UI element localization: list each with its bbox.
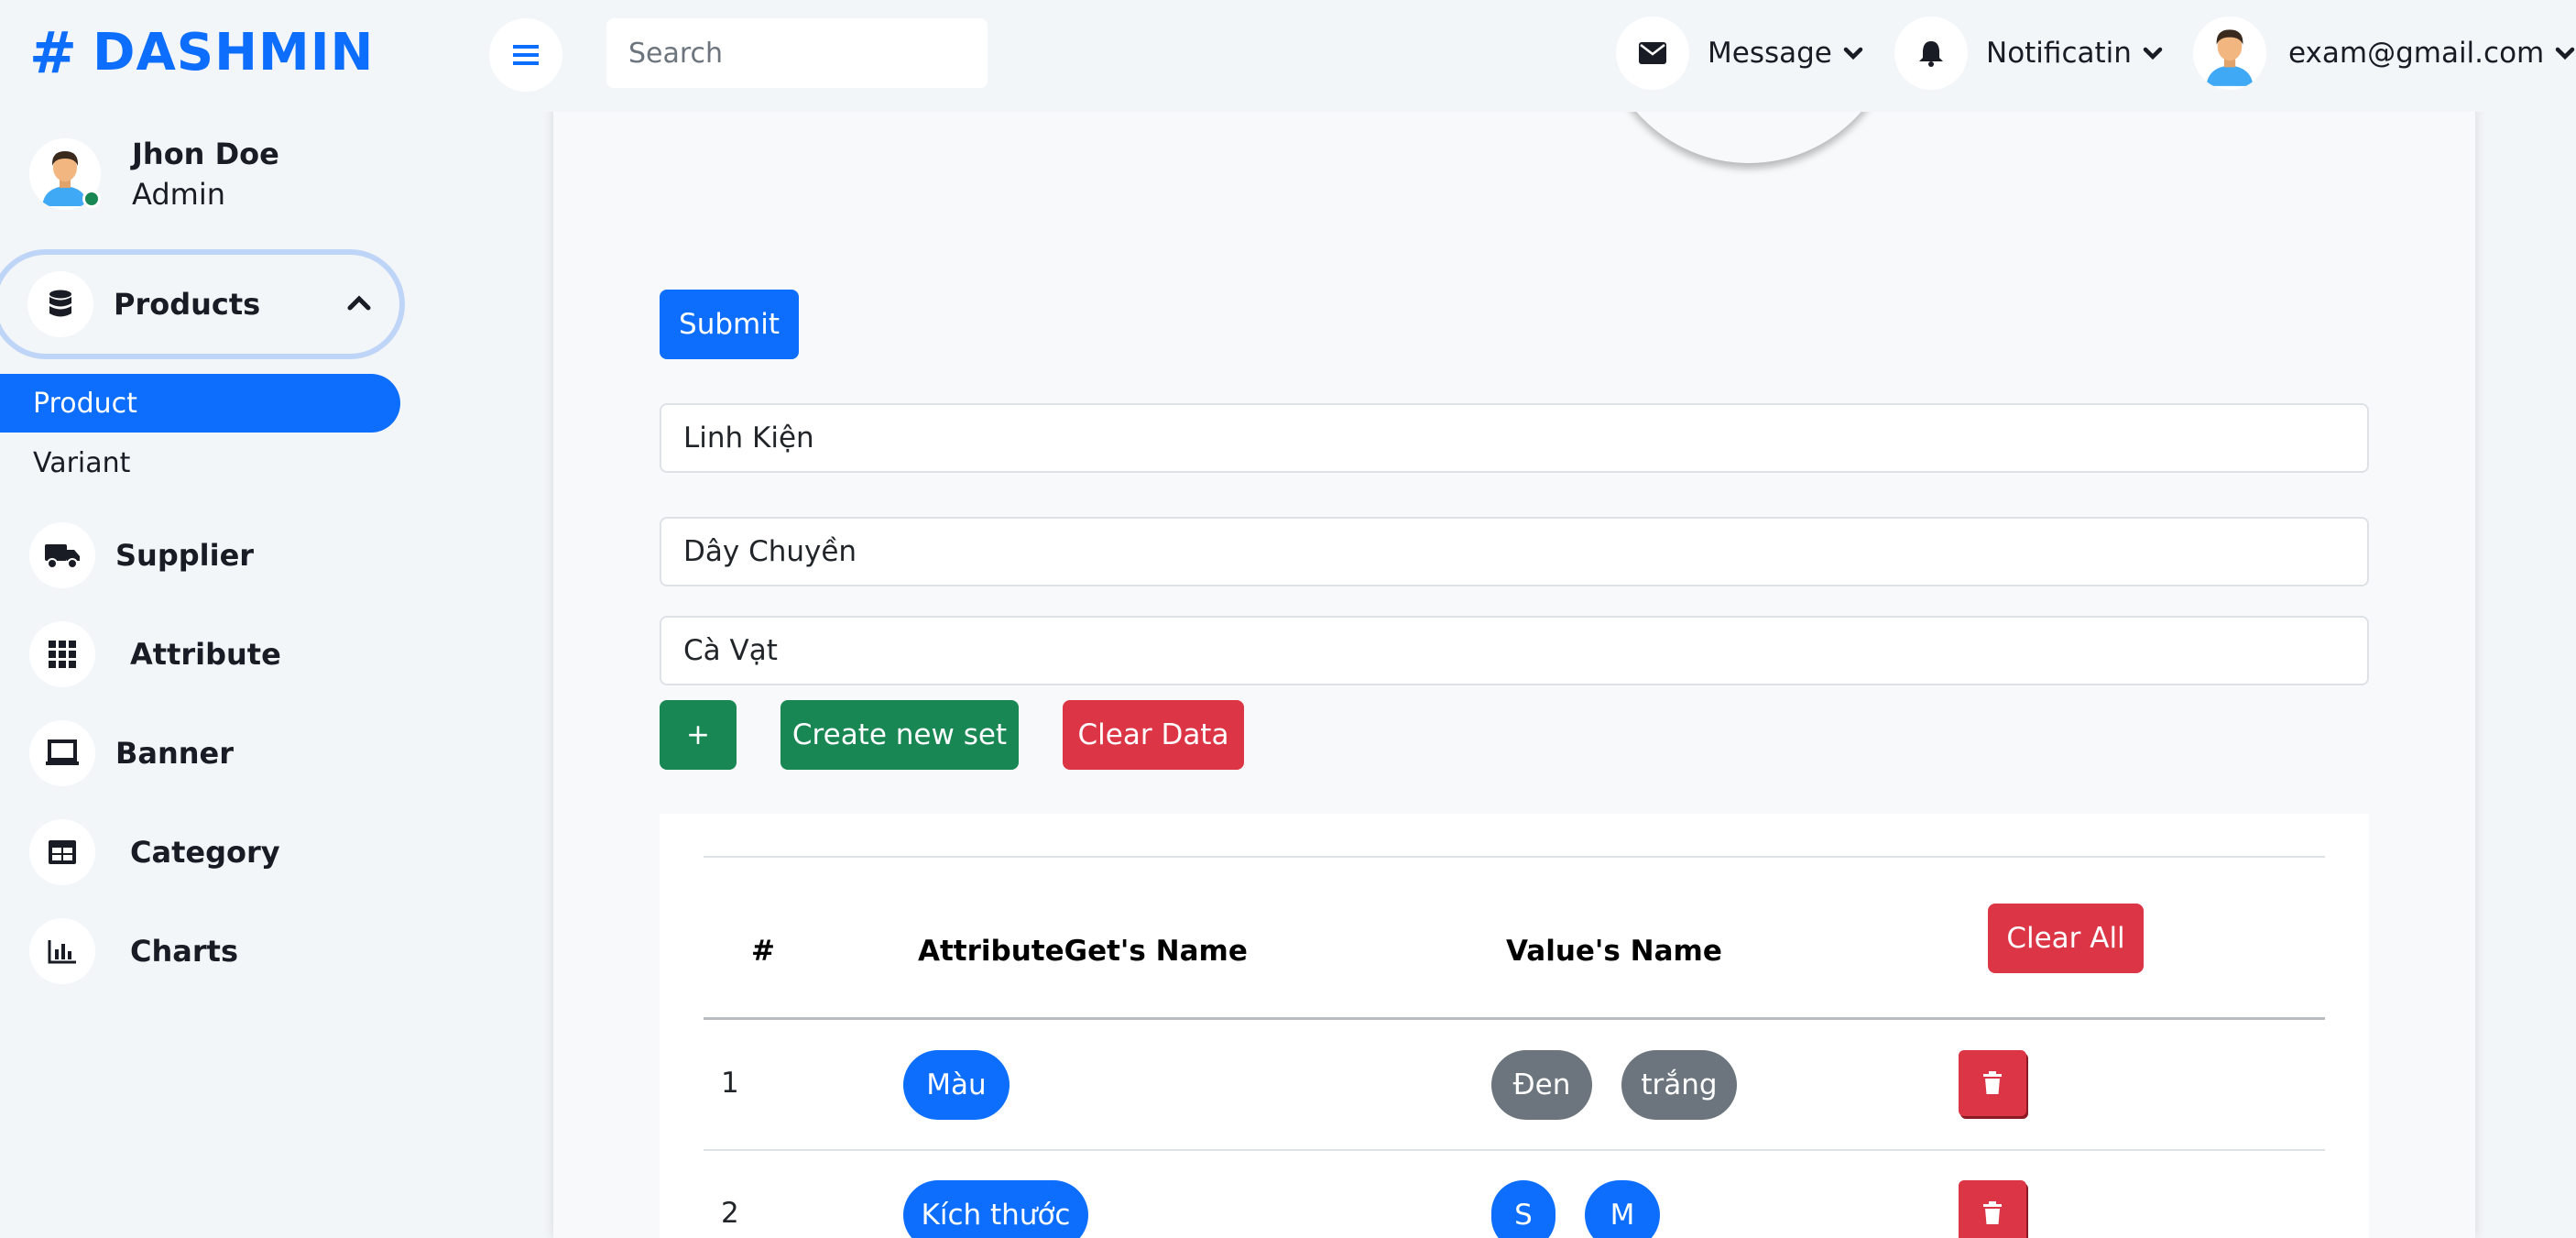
grid-icon [29,621,95,687]
sidebar-item-label: Attribute [130,637,281,672]
divider [704,1017,2325,1020]
attribute-badge: Kích thước [903,1180,1088,1238]
sidebar: # DASHMIN Jhon Doe Admin Products Produc… [0,0,405,1015]
search-input[interactable] [606,18,988,88]
chevron-down-icon [2555,47,2575,60]
product-field-1[interactable] [660,403,2369,473]
sidebar-item-label: Category [130,835,280,870]
message-dropdown[interactable]: Message [1616,16,1863,90]
value-badge: S [1491,1180,1555,1238]
truck-icon [29,522,95,588]
value-badge: Đen [1491,1050,1592,1120]
clear-all-button[interactable]: Clear All [1988,904,2144,973]
add-field-button[interactable]: + [660,700,737,770]
delete-row-button[interactable] [1959,1050,2026,1116]
submit-button[interactable]: Submit [660,290,799,359]
bell-icon [1894,16,1968,90]
sidebar-item-supplier[interactable]: Supplier [29,519,254,592]
sidebar-item-label: Charts [130,934,238,969]
attribute-table: # AttributeGet's Name Value's Name Clear… [660,814,2369,1238]
sidebar-item-products[interactable]: Products [0,249,405,359]
hash-icon: # [29,18,78,86]
avatar [2193,16,2266,90]
brand-name: DASHMIN [92,22,375,82]
user-role: Admin [132,177,225,212]
sidebar-toggle-button[interactable] [489,18,562,92]
delete-row-button[interactable] [1959,1180,2026,1238]
sidebar-subitem-variant[interactable]: Variant [0,433,400,492]
chevron-down-icon [2143,47,2163,60]
sidebar-item-attribute[interactable]: Attribute [29,618,281,691]
create-new-set-button[interactable]: Create new set [780,700,1019,770]
account-dropdown[interactable]: exam@gmail.com [2193,16,2575,90]
avatar [29,138,101,210]
sidebar-subitem-product[interactable]: Product [0,374,400,433]
laptop-icon [29,720,95,786]
sidebar-item-label: Banner [115,736,235,771]
column-header-values: Value's Name [1506,935,1722,968]
database-icon [27,271,93,337]
user-profile: Jhon Doe Admin [29,134,279,214]
online-status-dot [82,190,101,208]
envelope-icon [1616,16,1689,90]
product-field-2[interactable] [660,517,2369,586]
row-index: 2 [721,1197,739,1230]
sidebar-item-label: Products [114,287,261,322]
table-icon [29,819,95,885]
chevron-up-icon [347,295,371,311]
brand-logo[interactable]: # DASHMIN [29,18,375,86]
column-header-attribute: AttributeGet's Name [918,935,1248,968]
user-name: Jhon Doe [132,137,279,171]
main-content: Submit + Create new set Clear Data # Att… [553,0,2475,1238]
column-header-index: # [751,935,775,968]
value-badge: trắng [1621,1050,1737,1120]
notification-dropdown[interactable]: Notificatin [1894,16,2163,90]
divider [704,856,2325,858]
sidebar-item-category[interactable]: Category [29,816,280,889]
row-index: 1 [721,1067,739,1100]
chart-bar-icon [29,918,95,984]
account-email: exam@gmail.com [2288,37,2545,70]
sidebar-item-banner[interactable]: Banner [29,717,234,790]
trash-icon [1983,1071,2002,1094]
sidebar-item-charts[interactable]: Charts [29,915,238,988]
menu-icon [513,45,539,65]
product-field-3[interactable] [660,616,2369,685]
notification-label: Notificatin [1986,37,2132,70]
value-badge: M [1585,1180,1660,1238]
attribute-badge: Màu [903,1050,1010,1120]
clear-data-button[interactable]: Clear Data [1063,700,1244,770]
message-label: Message [1708,37,1832,70]
sidebar-item-label: Supplier [115,538,255,573]
trash-icon [1983,1201,2002,1224]
chevron-down-icon [1843,47,1863,60]
divider [704,1149,2325,1151]
